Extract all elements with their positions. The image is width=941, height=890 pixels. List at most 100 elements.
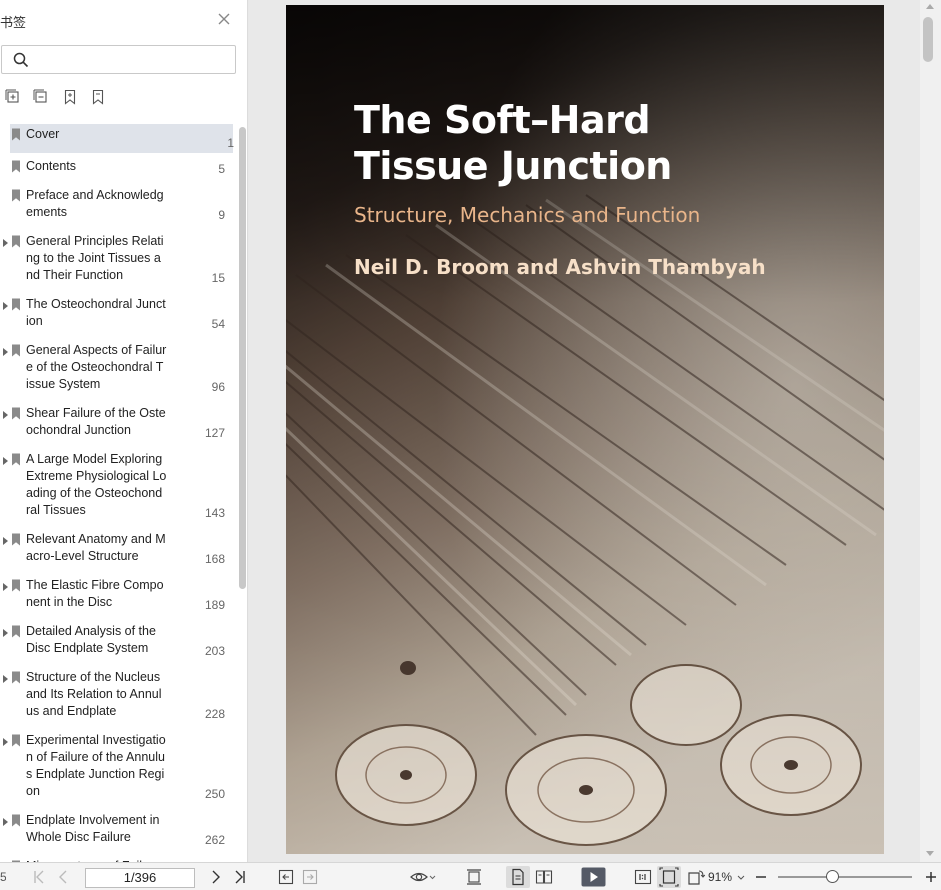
bookmark-label: Preface and Acknowledg ements bbox=[26, 188, 164, 219]
last-page-icon[interactable] bbox=[233, 868, 247, 886]
bookmark-icon[interactable] bbox=[90, 89, 108, 107]
bookmark-page-number: 96 bbox=[211, 380, 225, 394]
scroll-up-icon[interactable] bbox=[926, 4, 934, 9]
bookmark-label: Detailed Analysis of the Disc Endplate S… bbox=[26, 624, 156, 655]
collapse-all-icon[interactable] bbox=[33, 89, 51, 107]
sidebar-scrollbar[interactable] bbox=[239, 127, 246, 589]
bookmark-page-number: 262 bbox=[204, 833, 225, 847]
back-icon[interactable] bbox=[278, 868, 294, 886]
expand-arrow-icon[interactable] bbox=[3, 817, 8, 826]
eye-protection-icon[interactable] bbox=[410, 868, 436, 886]
zoom-slider-handle[interactable] bbox=[826, 870, 840, 883]
bookmark-label: Cover bbox=[26, 127, 60, 141]
bookmark-icon bbox=[11, 453, 21, 469]
zoom-out-icon[interactable] bbox=[754, 868, 768, 886]
forward-icon[interactable] bbox=[302, 868, 318, 886]
bookmark-item[interactable]: Relevant Anatomy and M acro-Level Struct… bbox=[0, 529, 234, 575]
bookmark-page-number: 143 bbox=[204, 506, 225, 520]
bookmark-item[interactable]: Structure of the Nucleus and Its Relatio… bbox=[0, 667, 234, 730]
play-button[interactable] bbox=[581, 866, 606, 887]
first-page-icon[interactable] bbox=[32, 868, 46, 886]
bookmark-label: Structure of the Nucleus and Its Relatio… bbox=[26, 670, 162, 718]
fit-page-icon[interactable] bbox=[657, 866, 681, 888]
bookmark-icon bbox=[11, 533, 21, 549]
bookmark-list: Cover 1 Contents 5 Preface and Acknowledg em… bbox=[0, 122, 236, 862]
bookmark-item[interactable]: Shear Failure of the Oste ochondral Junc… bbox=[0, 403, 234, 449]
bookmark-item[interactable]: Detailed Analysis of the Disc Endplate S… bbox=[0, 621, 234, 667]
document-viewer[interactable]: The Soft–Hard Tissue Junction Structure,… bbox=[249, 0, 941, 862]
prev-page-icon[interactable] bbox=[57, 868, 69, 886]
expand-arrow-icon[interactable] bbox=[3, 238, 8, 247]
single-page-view-icon[interactable] bbox=[506, 866, 530, 888]
bookmark-label: Shear Failure of the Oste ochondral Junc… bbox=[26, 406, 166, 437]
fit-width-icon[interactable] bbox=[465, 868, 483, 886]
bookmark-icon bbox=[11, 625, 21, 641]
bottom-toolbar: 5 1/396 91% bbox=[0, 862, 941, 890]
bookmark-item[interactable]: Experimental Investigatio n of Failure o… bbox=[0, 730, 234, 810]
zoom-level[interactable]: 91% bbox=[708, 870, 732, 884]
bookmark-item[interactable]: General Aspects of Failur e of the Osteo… bbox=[0, 340, 234, 403]
bookmark-icon bbox=[11, 671, 21, 687]
expand-arrow-icon[interactable] bbox=[3, 628, 8, 637]
bookmark-item[interactable]: The Osteochondral Junct ion 54 bbox=[0, 294, 234, 340]
actual-size-icon[interactable] bbox=[634, 868, 652, 886]
bookmark-label: A Large Model Exploring Extreme Physiolo… bbox=[26, 452, 167, 517]
bookmark-item[interactable]: Cover 1 bbox=[10, 124, 234, 153]
expand-all-icon[interactable] bbox=[5, 89, 23, 107]
bookmark-page-number: 9 bbox=[218, 208, 225, 222]
bookmark-search[interactable] bbox=[1, 45, 236, 74]
bookmark-page-number: 15 bbox=[211, 271, 225, 285]
main-scrollbar[interactable] bbox=[920, 0, 941, 862]
bookmark-label: Contents bbox=[26, 159, 77, 173]
main-scroll-thumb[interactable] bbox=[923, 17, 933, 62]
bookmark-label: The Osteochondral Junct ion bbox=[26, 297, 166, 328]
expand-arrow-icon[interactable] bbox=[3, 301, 8, 310]
scroll-down-icon[interactable] bbox=[926, 851, 934, 856]
bookmark-item[interactable]: Endplate Involvement in Whole Disc Failu… bbox=[0, 810, 234, 856]
expand-arrow-icon[interactable] bbox=[3, 347, 8, 356]
next-page-icon[interactable] bbox=[210, 868, 222, 886]
close-icon[interactable] bbox=[216, 12, 232, 28]
search-input[interactable] bbox=[36, 49, 226, 70]
bookmark-label: Relevant Anatomy and M acro-Level Struct… bbox=[26, 532, 166, 563]
zoom-in-icon[interactable] bbox=[924, 868, 938, 886]
bookmark-item[interactable]: Contents 5 bbox=[0, 156, 234, 185]
zoom-slider[interactable] bbox=[778, 876, 912, 878]
bookmark-page-number: 250 bbox=[204, 787, 225, 801]
bookmark-item[interactable]: Preface and Acknowledg ements 9 bbox=[0, 185, 234, 231]
bookmark-page-number: 203 bbox=[204, 644, 225, 658]
bookmark-page-number: 228 bbox=[204, 707, 225, 721]
bookmark-page-number: 127 bbox=[204, 426, 225, 440]
bookmark-item[interactable]: A Large Model Exploring Extreme Physiolo… bbox=[0, 449, 234, 529]
expand-arrow-icon[interactable] bbox=[3, 674, 8, 683]
cover-title: The Soft–Hard Tissue Junction bbox=[354, 98, 672, 188]
expand-arrow-icon[interactable] bbox=[3, 456, 8, 465]
expand-arrow-icon[interactable] bbox=[3, 536, 8, 545]
cover-subtitle: Structure, Mechanics and Function bbox=[354, 203, 701, 227]
expand-arrow-icon[interactable] bbox=[3, 582, 8, 591]
bookmark-page-number: 189 bbox=[204, 598, 225, 612]
add-bookmark-icon[interactable] bbox=[62, 89, 80, 107]
bookmark-label: General Aspects of Failur e of the Osteo… bbox=[26, 343, 167, 391]
cover-page: The Soft–Hard Tissue Junction Structure,… bbox=[286, 5, 884, 854]
bookmark-icon bbox=[11, 344, 21, 360]
status-fragment: 5 bbox=[0, 870, 6, 884]
expand-arrow-icon[interactable] bbox=[3, 410, 8, 419]
bookmark-label: General Principles Relati ng to the Join… bbox=[26, 234, 164, 282]
bookmark-page-number: 54 bbox=[211, 317, 225, 331]
expand-arrow-icon[interactable] bbox=[3, 737, 8, 746]
bookmark-label: Experimental Investigatio n of Failure o… bbox=[26, 733, 166, 798]
bookmark-icon bbox=[11, 128, 21, 144]
bookmark-icon bbox=[11, 189, 21, 205]
search-icon bbox=[13, 52, 29, 68]
bookmark-label: The Elastic Fibre Compo nent in the Disc bbox=[26, 578, 164, 609]
zoom-dropdown-icon[interactable] bbox=[737, 868, 745, 886]
two-page-view-icon[interactable] bbox=[535, 868, 553, 886]
bookmark-item[interactable]: The Elastic Fibre Compo nent in the Disc… bbox=[0, 575, 234, 621]
bookmark-item[interactable]: General Principles Relati ng to the Join… bbox=[0, 231, 234, 294]
bookmark-page-number: 1 bbox=[227, 136, 234, 150]
bookmark-sidebar: 书签 Cover 1 Contents 5 Preface and Acknow… bbox=[0, 0, 248, 862]
bookmark-icon bbox=[11, 407, 21, 423]
rotate-icon[interactable] bbox=[686, 868, 706, 886]
page-number-input[interactable]: 1/396 bbox=[85, 868, 195, 888]
